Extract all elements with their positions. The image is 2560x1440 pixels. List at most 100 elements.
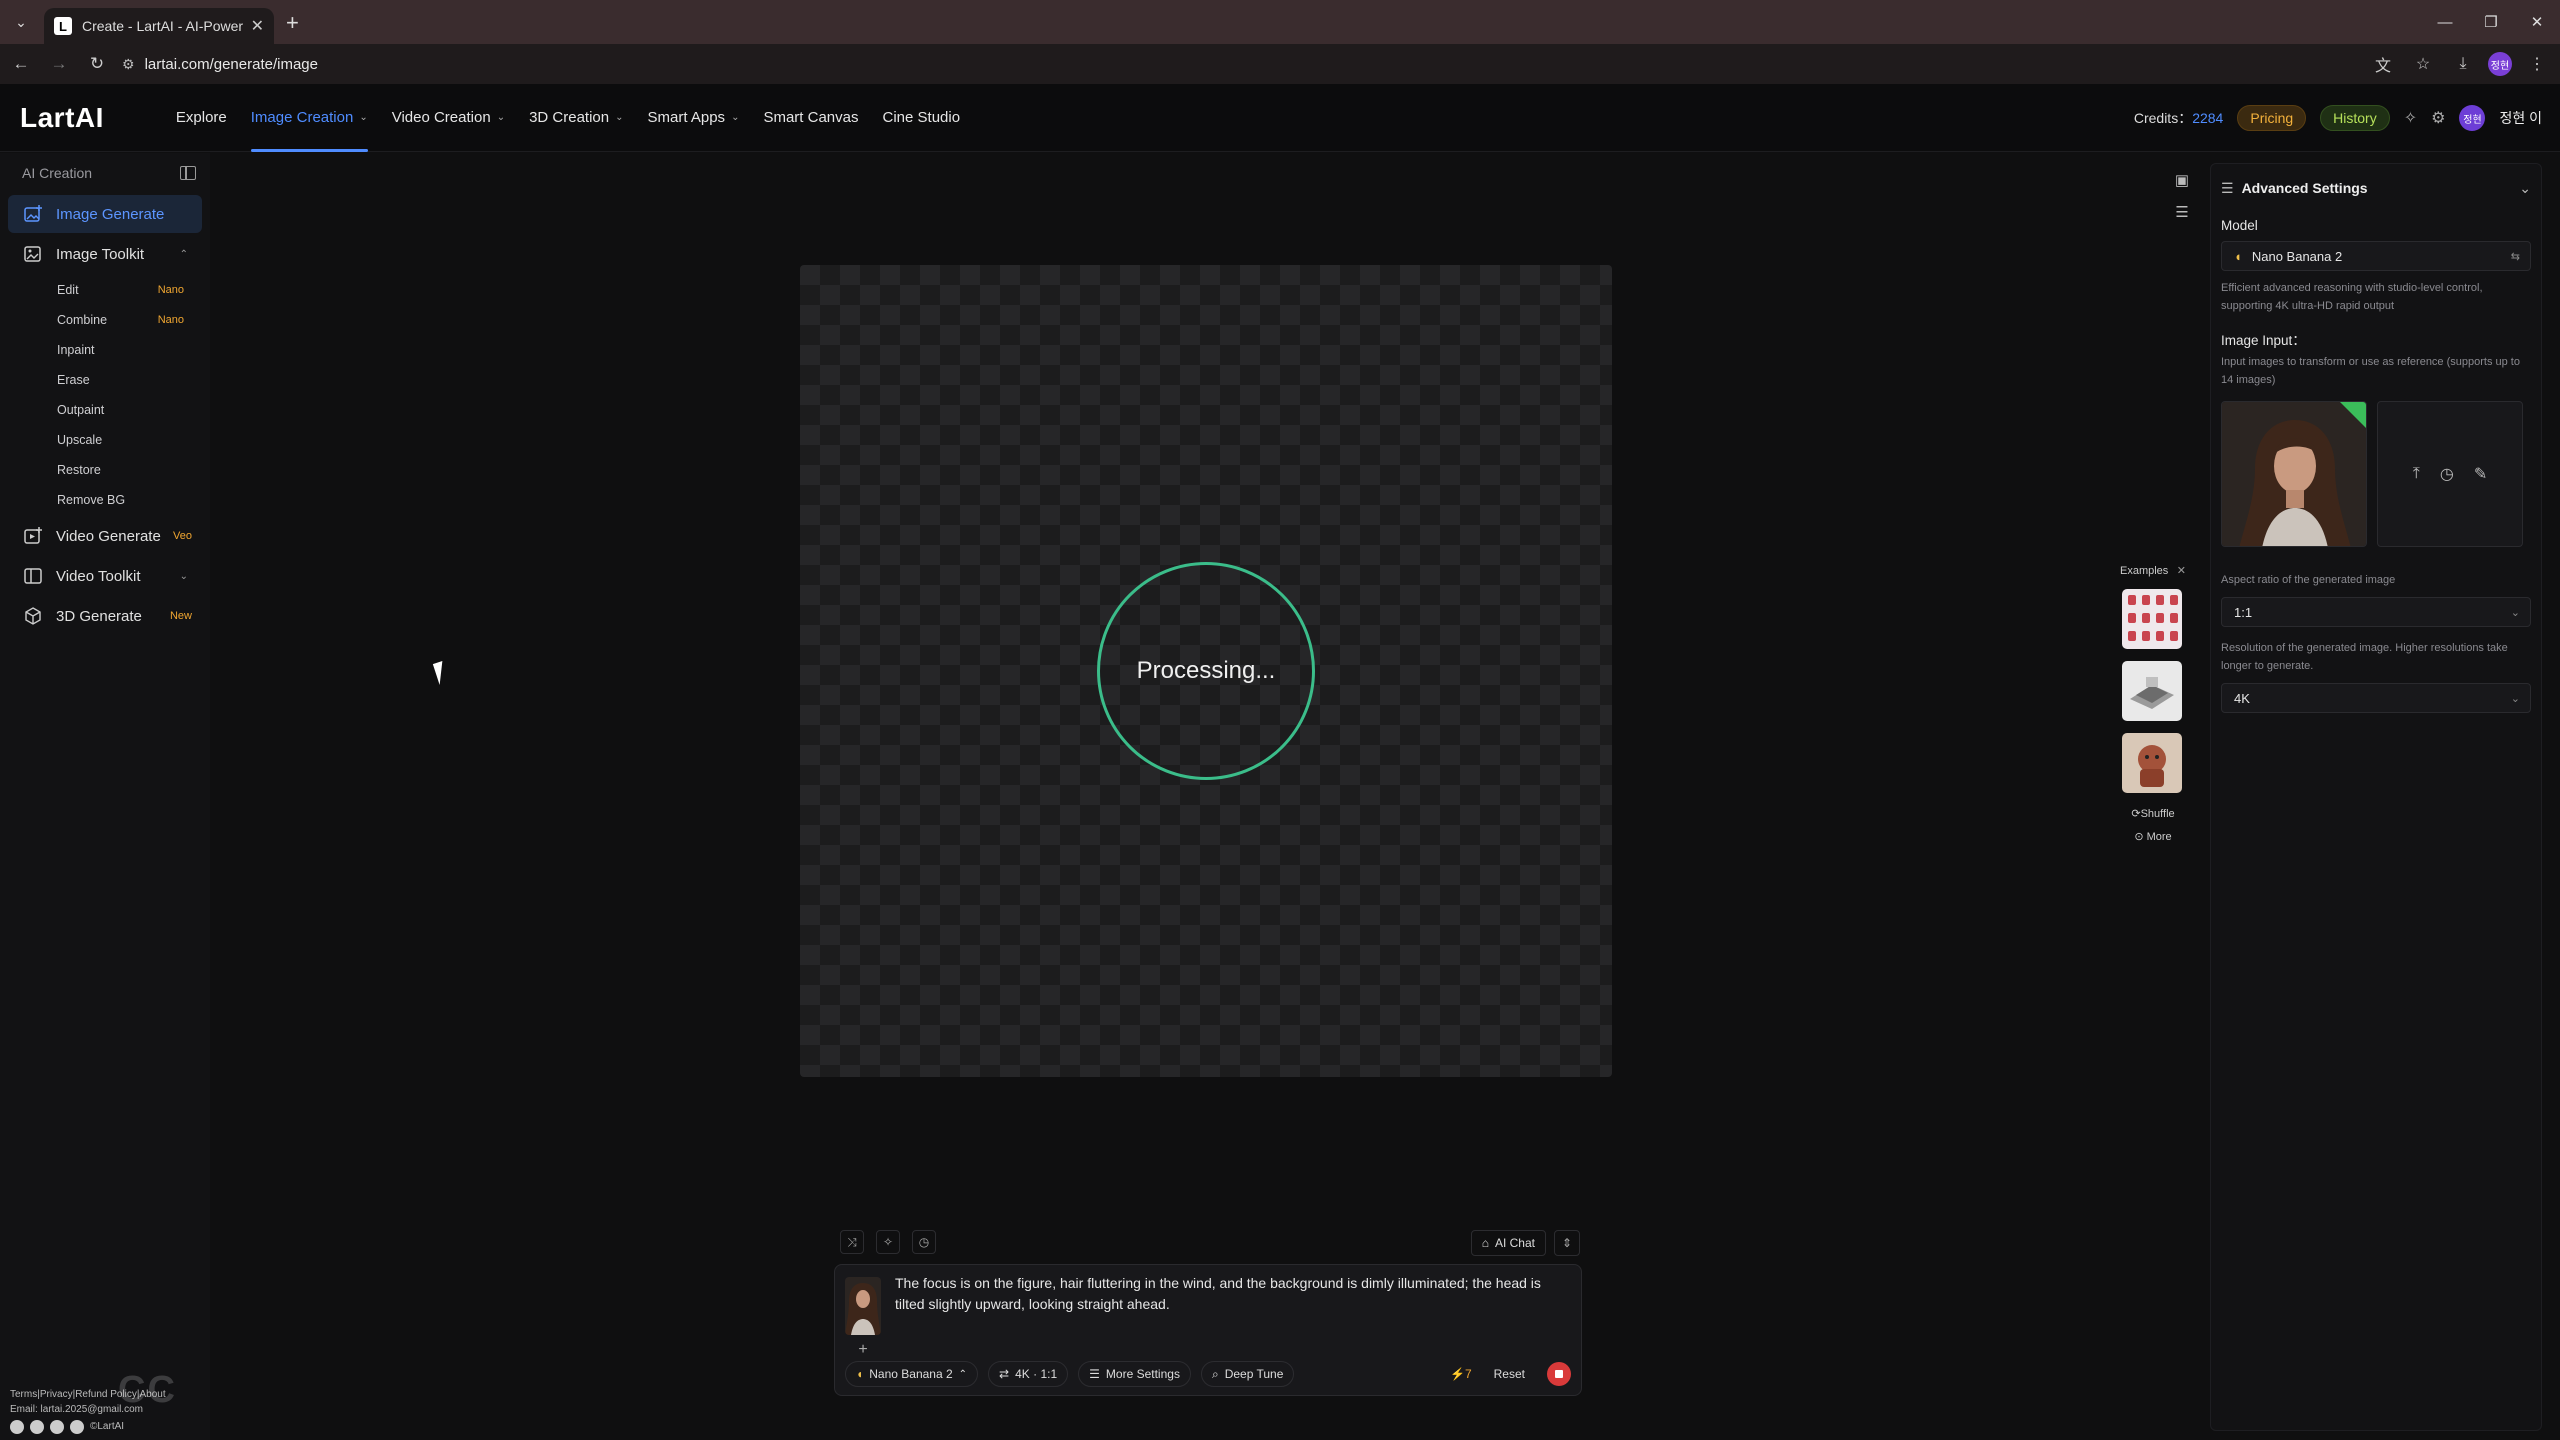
image-upload-slot: ⤒ ◷ ✎ (2377, 401, 2523, 547)
shuffle-button[interactable]: ⟳Shuffle (2120, 807, 2186, 820)
chevron-down-icon: ⌄ (2510, 606, 2520, 619)
examples-panel: Examples ✕ ⟳Shuffle ⊙ More (2120, 564, 2186, 844)
reload-icon[interactable]: ↻ (80, 47, 114, 81)
toolkit-label: Edit (57, 283, 79, 297)
bookmark-star-icon[interactable]: ☆ (2408, 49, 2438, 79)
panel-layout-icon[interactable]: ▣ (2172, 170, 2192, 190)
header-actions: Credits：2284 Pricing History ✧ ⚙ 정현 정현 이 (2134, 84, 2542, 152)
youtube-icon[interactable] (30, 1419, 44, 1434)
toolkit-item-erase[interactable]: Erase (0, 365, 210, 395)
translate-icon[interactable]: 文 (2368, 49, 2398, 79)
nav-3d-creation[interactable]: 3D Creation ⌄ (517, 84, 635, 152)
expand-icon[interactable]: ⇕ (1554, 1230, 1580, 1256)
pricing-button[interactable]: Pricing (2237, 105, 2307, 131)
toolkit-item-upscale[interactable]: Upscale (0, 425, 210, 455)
magic-wand-icon[interactable]: ✧ (2404, 108, 2417, 128)
prompt-reference-thumbnail[interactable] (845, 1277, 881, 1335)
discord-icon[interactable] (10, 1419, 24, 1434)
example-thumbnail[interactable] (2122, 661, 2182, 721)
toolkit-label: Inpaint (57, 343, 95, 357)
draw-pen-icon[interactable]: ✎ (2474, 464, 2487, 484)
nav-cine-studio[interactable]: Cine Studio (871, 84, 973, 152)
minimize-icon[interactable]: — (2422, 0, 2468, 44)
shuffle-prompt-icon[interactable]: ⤨ (840, 1230, 864, 1254)
sidebar-item-3d-generate[interactable]: 3D Generate New (8, 597, 202, 635)
tab-close-icon[interactable]: ✕ (251, 16, 264, 36)
reset-button[interactable]: Reset (1482, 1361, 1537, 1387)
resolution-description: Resolution of the generated image. Highe… (2221, 642, 2508, 672)
more-button[interactable]: ⊙ More (2120, 830, 2186, 843)
logo[interactable]: LartAI (20, 102, 104, 134)
facebook-icon[interactable] (50, 1419, 64, 1434)
model-select[interactable]: ◖ Nano Banana 2 ⇆ (2221, 241, 2531, 271)
model-label: Model (2221, 218, 2258, 233)
panel-title: Advanced Settings (2241, 180, 2368, 196)
twitter-icon[interactable] (70, 1419, 84, 1434)
nav-image-creation[interactable]: Image Creation ⌄ (239, 84, 380, 152)
add-reference-icon[interactable]: + (853, 1341, 873, 1361)
more-settings-label: More Settings (1105, 1367, 1180, 1381)
list-view-icon[interactable]: ☰ (2172, 202, 2192, 222)
ai-chat-button[interactable]: ⌂ AI Chat (1470, 1230, 1546, 1256)
prompt-history-icon[interactable]: ◷ (912, 1230, 936, 1254)
username[interactable]: 정현 이 (2499, 108, 2542, 128)
close-icon[interactable]: ✕ (2177, 564, 2186, 577)
input-image-thumbnail[interactable] (2221, 401, 2367, 547)
close-window-icon[interactable]: ✕ (2514, 0, 2560, 44)
avatar[interactable]: 정현 (2459, 105, 2486, 131)
nav-smart-apps[interactable]: Smart Apps ⌄ (636, 84, 752, 152)
sidebar-item-image-toolkit[interactable]: Image Toolkit ⌃ (8, 235, 202, 273)
download-icon[interactable]: ⤓ (2448, 49, 2478, 79)
credits-value: 2284 (2192, 110, 2224, 126)
deep-tune-button[interactable]: ⌕ Deep Tune (1200, 1361, 1295, 1387)
gear-icon[interactable]: ⚙ (2431, 108, 2445, 128)
prompt-box: + The focus is on the figure, hair flutt… (834, 1264, 1582, 1396)
resolution-chip[interactable]: ⇄ 4K · 1:1 (988, 1361, 1069, 1387)
new-tab-icon[interactable]: + (286, 10, 299, 36)
browser-profile-avatar[interactable]: 정현 (2488, 52, 2512, 76)
toolkit-label: Outpaint (57, 403, 105, 417)
site-info-icon[interactable]: ⚙ (122, 56, 135, 73)
browser-menu-icon[interactable]: ⋮ (2522, 49, 2552, 79)
example-thumbnail[interactable] (2122, 589, 2182, 649)
sliders-icon: ⇄ (999, 1367, 1010, 1381)
restore-icon[interactable]: ❐ (2468, 0, 2514, 44)
nav-smart-canvas[interactable]: Smart Canvas (751, 84, 870, 152)
aspect-ratio-select[interactable]: 1:1 ⌄ (2221, 597, 2531, 627)
toolkit-item-restore[interactable]: Restore (0, 455, 210, 485)
toolkit-item-combine[interactable]: Combine Nano (0, 305, 210, 335)
tab-list-chevron-icon[interactable]: ⌄ (6, 7, 36, 37)
image-input-label: Image Input： (2221, 333, 2306, 348)
toolkit-item-outpaint[interactable]: Outpaint (0, 395, 210, 425)
example-thumbnail[interactable] (2122, 733, 2182, 793)
sidebar-collapse-icon[interactable] (180, 166, 196, 180)
history-button[interactable]: History (2320, 105, 2390, 131)
switch-model-icon[interactable]: ⇆ (2511, 250, 2520, 263)
nav-explore[interactable]: Explore (164, 84, 239, 152)
back-arrow-icon[interactable]: ← (4, 47, 38, 81)
stop-generation-button[interactable] (1547, 1362, 1571, 1386)
advanced-settings-header[interactable]: ☰ Advanced Settings ⌄ (2221, 176, 2531, 200)
enhance-prompt-icon[interactable]: ✧ (876, 1230, 900, 1254)
sidebar-item-image-generate[interactable]: Image Generate (8, 195, 202, 233)
toolkit-item-remove-bg[interactable]: Remove BG (0, 485, 210, 515)
prompt-textarea[interactable]: The focus is on the figure, hair flutter… (895, 1273, 1563, 1315)
history-clock-icon[interactable]: ◷ (2440, 464, 2454, 484)
browser-tab-bar: ⌄ L Create - LartAI - AI-Powered C ✕ + —… (0, 0, 2560, 44)
toolkit-item-edit[interactable]: Edit Nano (0, 275, 210, 305)
nav-video-creation[interactable]: Video Creation ⌄ (380, 84, 517, 152)
browser-tab-active[interactable]: L Create - LartAI - AI-Powered C ✕ (44, 8, 274, 44)
nav-label: Video Creation (391, 109, 491, 126)
sidebar-item-video-toolkit[interactable]: Video Toolkit ⌄ (8, 557, 202, 595)
window-controls: — ❐ ✕ (2422, 0, 2560, 44)
resolution-select[interactable]: 4K ⌄ (2221, 683, 2531, 713)
sidebar-item-video-generate[interactable]: Video Generate Veo (8, 517, 202, 555)
toolkit-item-inpaint[interactable]: Inpaint (0, 335, 210, 365)
chevron-down-icon[interactable]: ⌄ (2519, 180, 2531, 197)
forward-arrow-icon[interactable]: → (42, 47, 76, 81)
more-settings-button[interactable]: ☰ More Settings (1078, 1361, 1191, 1387)
upload-icon[interactable]: ⤒ (2413, 465, 2420, 483)
chevron-up-icon: ⌃ (179, 248, 188, 260)
model-chip[interactable]: ◖ Nano Banana 2 ⌃ (845, 1361, 979, 1387)
url-field[interactable]: ⚙ lartai.com/generate/image (122, 49, 2322, 79)
